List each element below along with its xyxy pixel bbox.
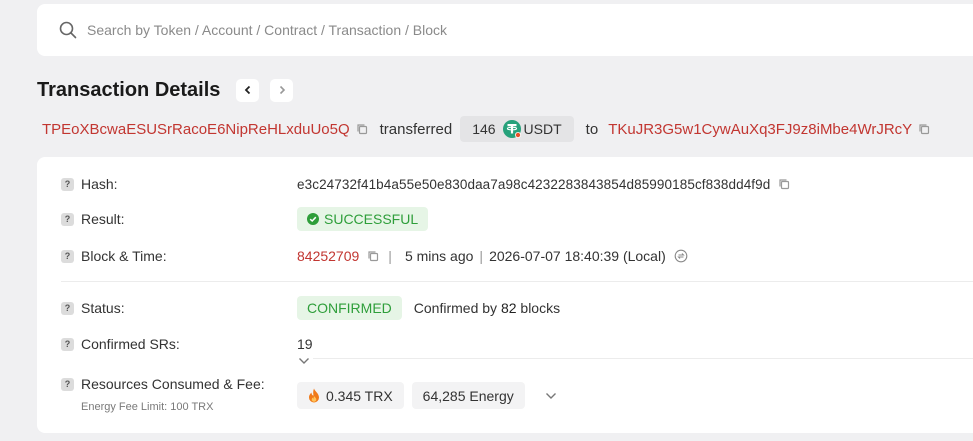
- usdt-token-icon: [502, 119, 522, 139]
- hash-label: Hash:: [81, 176, 118, 192]
- search-bar[interactable]: [37, 4, 973, 56]
- question-icon[interactable]: ?: [61, 377, 74, 391]
- question-icon[interactable]: ?: [61, 337, 74, 351]
- transaction-hash: e3c24732f41b4a55e50e830daa7a98c423228384…: [297, 176, 771, 192]
- energy-fee-limit: Energy Fee Limit: 100 TRX: [81, 401, 214, 413]
- clock-convert-icon[interactable]: [674, 249, 688, 263]
- status-value-wrap: CONFIRMED Confirmed by 82 blocks: [297, 296, 560, 320]
- confirmed-srs-label: Confirmed SRs:: [81, 336, 180, 352]
- to-address-link[interactable]: TKuJR3G5w1CywAuXq3FJ9z8iMbe4WrJRcY: [608, 121, 912, 138]
- question-icon[interactable]: ?: [61, 301, 74, 315]
- resources-label: Resources Consumed & Fee:: [81, 376, 265, 392]
- copy-icon[interactable]: [778, 178, 790, 190]
- confirmed-by-suffix: blocks: [520, 300, 561, 316]
- fee-chips: 0.345 TRX 64,285 Energy: [297, 382, 557, 409]
- question-icon[interactable]: ?: [61, 177, 74, 191]
- copy-icon[interactable]: [367, 250, 379, 262]
- separator: |: [479, 248, 484, 264]
- divider: [313, 358, 973, 359]
- copy-icon[interactable]: [356, 123, 368, 135]
- chevron-down-icon[interactable]: [298, 357, 310, 365]
- question-icon[interactable]: ?: [61, 212, 74, 226]
- separator: |: [388, 248, 392, 264]
- transferred-text: transferred: [379, 120, 453, 138]
- status-label: Status:: [81, 300, 125, 316]
- status-badge: CONFIRMED: [297, 296, 402, 320]
- search-input[interactable]: [87, 22, 687, 38]
- block-datetime: 2026-07-07 18:40:39 (Local): [489, 248, 666, 264]
- result-text: SUCCESSFUL: [324, 211, 419, 227]
- divider: [61, 281, 973, 282]
- chevron-right-icon: [279, 85, 286, 95]
- confirmed-srs-row: ? Confirmed SRs: 19: [61, 334, 973, 354]
- block-time-row: ? Block & Time: 84252709 | 5 mins ago | …: [61, 245, 973, 267]
- transaction-details-card: ? Hash: e3c24732f41b4a55e50e830daa7a98c4…: [37, 157, 973, 433]
- token-symbol: USDT: [523, 121, 562, 137]
- chevron-left-icon: [244, 85, 251, 95]
- confirmed-by-prefix: Confirmed by: [413, 300, 498, 316]
- trx-fee-chip: 0.345 TRX: [297, 382, 404, 409]
- result-badge: SUCCESSFUL: [297, 207, 429, 231]
- block-time-label: Block & Time:: [81, 248, 167, 264]
- prev-transaction-button[interactable]: [236, 78, 260, 102]
- next-transaction-button[interactable]: [270, 78, 294, 102]
- status-row: ? Status: CONFIRMED Confirmed by 82 bloc…: [61, 296, 973, 320]
- hash-row: ? Hash: e3c24732f41b4a55e50e830daa7a98c4…: [61, 174, 973, 194]
- to-text: to: [585, 120, 599, 138]
- page-title: Transaction Details: [37, 78, 221, 101]
- result-row: ? Result: SUCCESSFUL: [61, 207, 973, 231]
- energy-chip: 64,285 Energy: [411, 382, 525, 409]
- confirmed-by-text: Confirmed by 82 blocks: [414, 300, 560, 316]
- transfer-amount: 146: [472, 121, 496, 137]
- search-icon: [59, 21, 77, 39]
- check-circle-icon: [307, 213, 319, 225]
- transfer-summary: TPEoXBcwaESUSrRacoE6NipReHLxduUo5Q trans…: [42, 116, 973, 142]
- fire-icon: [308, 388, 320, 403]
- block-time-value-wrap: 84252709 | 5 mins ago | 2026-07-07 18:40…: [297, 248, 688, 264]
- block-number-link[interactable]: 84252709: [297, 248, 359, 264]
- result-value-wrap: SUCCESSFUL: [297, 207, 429, 231]
- block-age: 5 mins ago: [404, 248, 474, 264]
- trx-fee-value: 0.345 TRX: [326, 387, 393, 404]
- chevron-down-icon[interactable]: [545, 392, 557, 400]
- from-address-link[interactable]: TPEoXBcwaESUSrRacoE6NipReHLxduUo5Q: [42, 121, 350, 138]
- copy-icon[interactable]: [918, 123, 930, 135]
- question-icon[interactable]: ?: [61, 249, 74, 263]
- confirmed-count: 82: [500, 300, 517, 316]
- result-label: Result:: [81, 211, 125, 227]
- energy-value: 64,285 Energy: [422, 387, 514, 404]
- hash-value-wrap: e3c24732f41b4a55e50e830daa7a98c423228384…: [297, 177, 802, 192]
- amount-chip[interactable]: 146 USDT: [460, 116, 574, 142]
- confirmed-srs-value: 19: [297, 336, 313, 352]
- title-row: Transaction Details: [37, 76, 294, 104]
